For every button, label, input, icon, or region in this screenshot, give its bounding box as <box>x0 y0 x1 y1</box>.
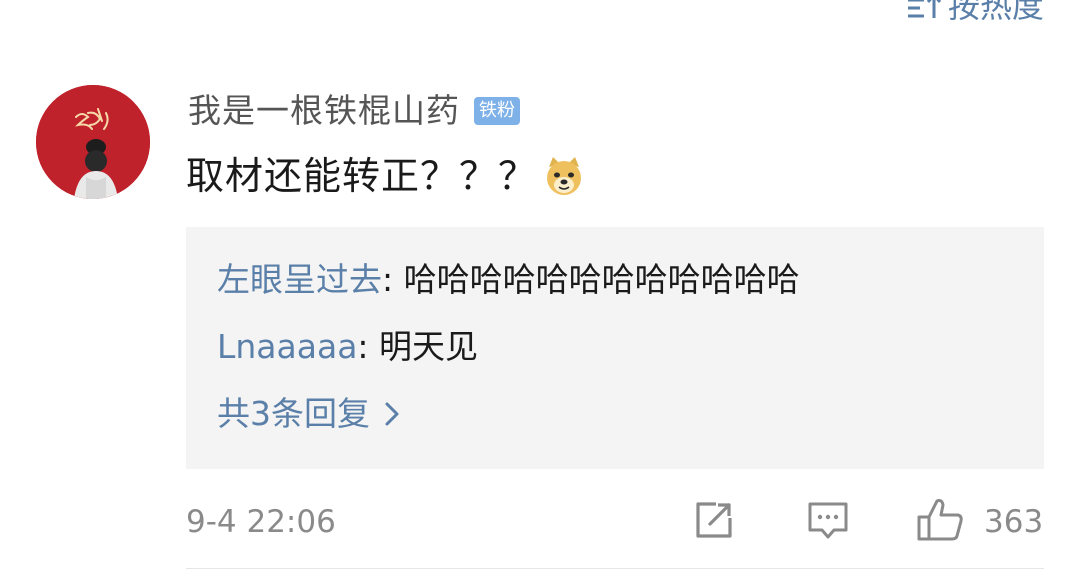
reply-item[interactable]: Lnaaaaa: 明天见 <box>217 324 478 370</box>
comment-header: 我是一根铁棍山药 铁粉 <box>188 88 520 134</box>
fan-badge[interactable]: 铁粉 <box>474 97 520 125</box>
replies-box: 左眼呈过去: 哈哈哈哈哈哈哈哈哈哈哈哈 Lnaaaaa: 明天见 共3条回复 <box>186 227 1044 469</box>
comment-text: 取材还能转正？？？ <box>186 154 538 198</box>
view-all-replies-link[interactable]: 共3条回复 <box>217 391 400 437</box>
username[interactable]: 我是一根铁棍山药 <box>188 88 460 134</box>
reply-button[interactable] <box>806 498 850 546</box>
chevron-right-icon <box>384 401 400 427</box>
comment-icon <box>806 498 850 546</box>
reply-text: 明天见 <box>379 327 479 366</box>
divider <box>186 568 1044 569</box>
thumbs-up-icon <box>916 497 964 547</box>
view-all-replies-label: 共3条回复 <box>217 394 370 433</box>
reply-author[interactable]: 左眼呈过去 <box>217 260 382 299</box>
like-count: 363 <box>984 504 1044 540</box>
reply-author[interactable]: Lnaaaaa <box>217 327 357 366</box>
reply-text: 哈哈哈哈哈哈哈哈哈哈哈哈 <box>403 260 800 299</box>
comment-footer: 9-4 22:06 363 <box>186 498 1044 546</box>
sort-by-hot-button[interactable]: 按热度 <box>906 0 1044 26</box>
timestamp: 9-4 22:06 <box>186 504 336 540</box>
sort-icon <box>906 0 944 22</box>
share-icon <box>692 498 736 546</box>
like-button[interactable]: 363 <box>916 498 1043 546</box>
doge-emoji <box>543 155 585 197</box>
avatar[interactable] <box>36 85 150 199</box>
sort-label: 按热度 <box>947 0 1044 25</box>
reply-item[interactable]: 左眼呈过去: 哈哈哈哈哈哈哈哈哈哈哈哈 <box>217 257 800 303</box>
comment-body: 取材还能转正？？？ <box>186 146 585 206</box>
share-button[interactable] <box>692 498 736 546</box>
